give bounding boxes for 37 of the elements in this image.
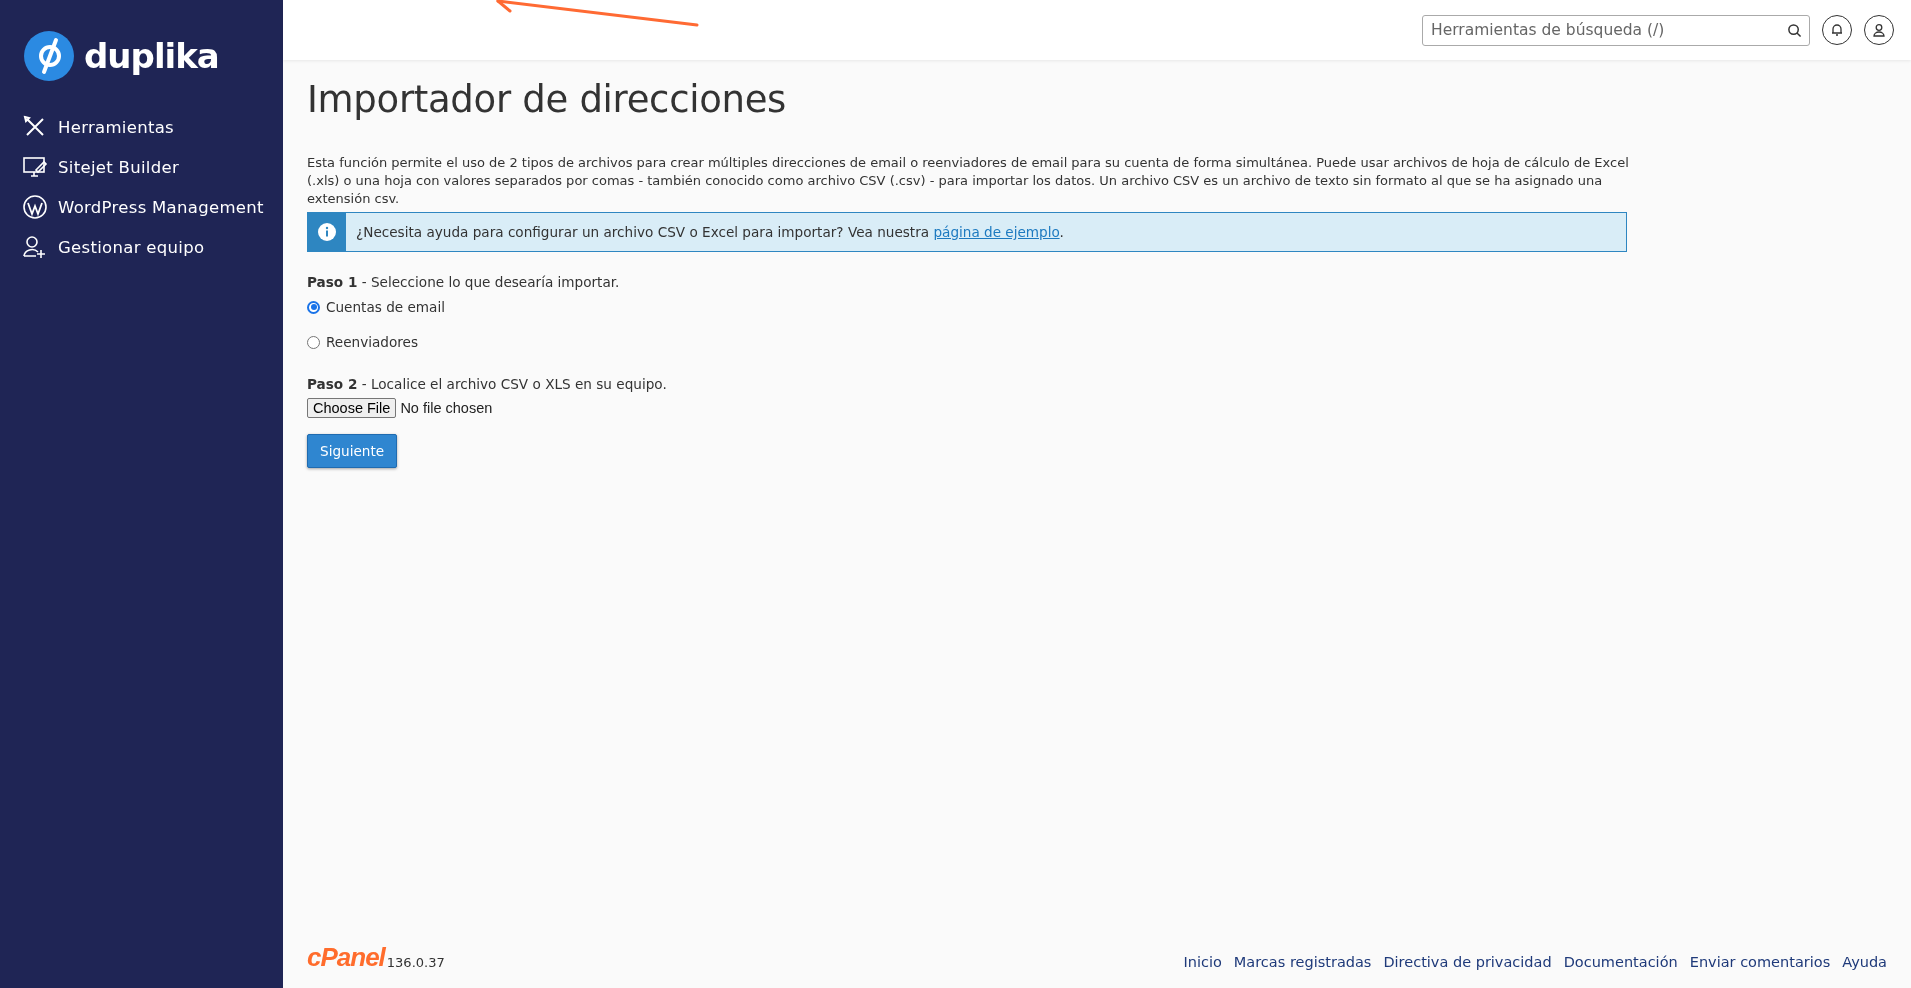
search-icon xyxy=(1787,22,1802,38)
info-icon xyxy=(318,223,336,241)
monitor-icon xyxy=(22,154,48,180)
description-text: Esta función permite el uso de 2 tipos de archivos para crear múltiples direcciones de email o reenviadores de email para su cuenta de forma simultánea. Puede usar archivos de hoja de cálculo de Excel (.xls) o una hoja con valores separados por comas - también conocido como archivo CSV (.csv) - para importar los datos. Un archivo CSV es un archivo de texto sin formato al que se ha asignado una extensión csv. xyxy=(307,154,1630,208)
footer-link[interactable]: Documentación xyxy=(1563,954,1678,970)
step-label: Paso 2 - Localice el archivo CSV o XLS en su equipo. xyxy=(307,376,668,392)
page-title: Importador de direcciones xyxy=(307,78,788,121)
logo-text: duplika xyxy=(84,36,219,76)
sidebar-item[interactable]: Herramientas xyxy=(22,112,283,142)
search-field[interactable]: Herramientas de búsqueda (/) xyxy=(1422,14,1810,46)
user-button[interactable] xyxy=(1864,15,1894,45)
footer-link[interactable]: Directiva de privacidad xyxy=(1383,954,1552,970)
step-label: Paso 1 - Seleccione lo que desearía importar. xyxy=(307,274,621,290)
footer-link[interactable]: Inicio xyxy=(1183,954,1222,970)
sidebar-item[interactable]: Gestionar equipo xyxy=(22,232,283,262)
version-text: 136.0.37 xyxy=(386,955,445,970)
next-button[interactable]: Siguiente xyxy=(307,434,398,468)
file-status: No file chosen xyxy=(400,400,493,416)
footer-link[interactable]: Marcas registradas xyxy=(1233,954,1372,970)
radio-button[interactable] xyxy=(307,300,320,314)
sidebar-item[interactable]: Sitejet Builder xyxy=(22,152,283,182)
sample-page-link[interactable]: página de ejemplo xyxy=(933,224,1060,240)
info-text: ¿Necesita ayuda para configurar un archivo CSV o Excel para importar? Vea nuestra página de ejemplo. xyxy=(355,224,1064,240)
radio-label[interactable]: Cuentas de email xyxy=(326,299,445,315)
footer-link[interactable]: Ayuda xyxy=(1842,954,1887,970)
footer-link[interactable]: Enviar comentarios xyxy=(1689,954,1831,970)
choose-file-button[interactable]: Choose File xyxy=(307,398,397,418)
bell-icon xyxy=(1830,23,1844,37)
wordpress-icon xyxy=(22,194,48,220)
sidebar-item[interactable]: WordPress Management xyxy=(22,192,283,222)
notifications-button[interactable] xyxy=(1822,15,1852,45)
radio-label[interactable]: Reenviadores xyxy=(326,334,418,350)
logo-icon xyxy=(24,31,74,81)
footer-logo: cPanel xyxy=(307,944,385,970)
user-icon xyxy=(1872,23,1886,37)
user-add-icon xyxy=(22,234,48,260)
radio-button[interactable] xyxy=(307,335,320,349)
